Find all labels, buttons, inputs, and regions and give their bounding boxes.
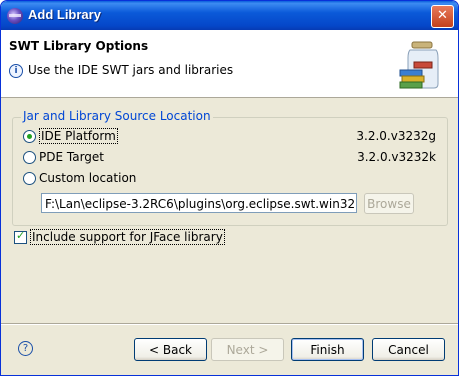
page-message-text: Use the IDE SWT jars and libraries [28,63,234,77]
radio-button[interactable] [23,171,36,185]
title-bar[interactable]: Add Library ✕ [1,1,458,30]
next-button[interactable]: Next > [211,338,284,361]
footer-separator [1,323,458,325]
eclipse-icon [7,8,23,24]
radio-button[interactable] [23,129,36,143]
page-title: SWT Library Options [9,39,149,53]
radio-label: Custom location [39,171,137,185]
radio-button[interactable] [23,150,36,164]
wizard-banner: SWT Library Options i Use the IDE SWT jar… [1,30,458,98]
close-button[interactable]: ✕ [431,5,454,28]
custom-location-field[interactable]: F:\Lan\eclipse-3.2RC6\plugins\org.eclips… [41,193,357,213]
radio-custom-location[interactable]: Custom location [23,170,136,186]
library-jar-icon [399,41,439,89]
cancel-button[interactable]: Cancel [372,338,445,361]
page-message: i Use the IDE SWT jars and libraries [9,63,233,78]
ide-platform-version: 3.2.0.v3232g [356,129,436,143]
help-icon[interactable]: ? [18,341,33,356]
radio-pde-target[interactable]: PDE Target [23,149,104,165]
window-title: Add Library [28,7,101,22]
pde-target-version: 3.2.0.v3232k [357,150,436,164]
radio-label: PDE Target [39,150,104,164]
info-icon: i [9,63,23,78]
radio-label: IDE Platform [39,128,118,144]
add-library-dialog: Add Library ✕ SWT Library Options i Use t… [0,0,459,376]
jface-checkbox-row[interactable]: Include support for JFace library [14,229,225,245]
jface-label: Include support for JFace library [30,229,225,245]
group-legend: Jar and Library Source Location [21,109,213,123]
back-button[interactable]: < Back [134,338,207,361]
finish-button[interactable]: Finish [291,338,364,361]
radio-ide-platform[interactable]: IDE Platform [23,128,118,144]
browse-button[interactable]: Browse [364,193,414,214]
jface-checkbox[interactable] [14,229,27,244]
